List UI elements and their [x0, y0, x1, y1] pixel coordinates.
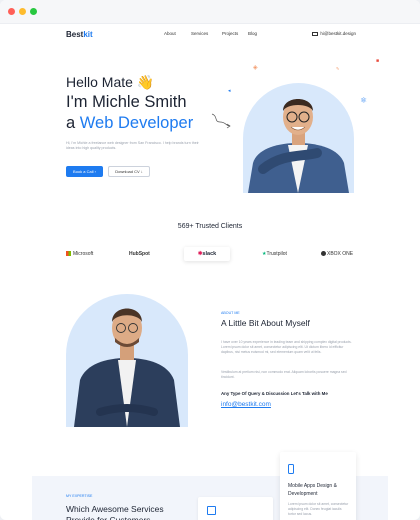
client-logo-xbox: XBOX ONE	[321, 251, 353, 257]
client-name: Trustpilot	[266, 251, 287, 257]
mobile-icon	[288, 464, 294, 474]
client-logos: Microsoft HubSpot ✱slack ★Trustpilot XBO…	[66, 247, 356, 263]
window-titlebar	[0, 0, 420, 24]
download-cv-label: Download CV	[115, 169, 140, 174]
download-cv-button[interactable]: Download CV ↓	[108, 166, 150, 177]
waving-hand-icon: 👋	[136, 74, 155, 90]
hero-portrait	[248, 99, 349, 193]
monitor-icon	[207, 506, 216, 515]
service-card-mobile-apps[interactable]: Mobile Apps Design & Development Lorem i…	[280, 452, 356, 520]
services-title: Which Awesome Services Provide for Custo…	[66, 504, 164, 520]
service-card[interactable]	[198, 497, 273, 520]
nav-email-text: hi@bestkit.design	[320, 31, 356, 36]
squiggle-arrow-icon	[211, 113, 231, 129]
logo-text-accent: kit	[83, 30, 93, 39]
client-logo-trustpilot: ★Trustpilot	[262, 251, 287, 257]
react-icon: ⚛	[360, 96, 368, 105]
send-icon: ◂	[228, 88, 231, 94]
xbox-icon	[321, 251, 326, 257]
client-name: slack	[202, 251, 217, 257]
site-logo[interactable]: Bestkit	[66, 30, 93, 39]
about-title: A Little Bit About Myself	[221, 318, 310, 328]
nav-item-projects[interactable]: Projects	[222, 31, 238, 36]
hero-description: Hi, I'm Michle a freelance web designer …	[66, 141, 199, 150]
nav-email-link[interactable]: hi@bestkit.design	[312, 31, 356, 36]
service-card-description: Lorem ipsum dolor sit amet, consectetur …	[288, 502, 349, 516]
hero-portrait-frame	[243, 83, 354, 193]
download-icon: ↓	[140, 169, 143, 174]
maximize-window-button[interactable]	[30, 8, 37, 15]
client-logo-slack: ✱slack	[184, 247, 230, 261]
book-call-label: Book a Call	[73, 169, 94, 174]
about-paragraph-2: Vestibulum at pretium nisi, non commodo …	[221, 370, 347, 379]
top-navigation: Bestkit About Services Projects Blog hi@…	[66, 30, 356, 40]
contact-email-link[interactable]: info@bestkit.com	[221, 401, 271, 408]
clients-title: 569+ Trusted Clients	[177, 223, 243, 230]
nav-item-about[interactable]: About	[164, 31, 176, 36]
service-card-title: Mobile Apps Design & Development	[288, 483, 337, 497]
browser-window: Bestkit About Services Projects Blog hi@…	[0, 0, 420, 520]
hero-role-prefix: a	[66, 114, 80, 132]
nav-item-blog[interactable]: Blog	[248, 31, 257, 36]
minimize-window-button[interactable]	[19, 8, 26, 15]
about-paragraph-1: I have over 10 years experience in leadi…	[221, 340, 352, 354]
logo-text: Best	[66, 30, 84, 39]
sketch-icon: ◈	[253, 65, 258, 71]
microsoft-icon	[66, 251, 71, 257]
client-name: Microsoft	[73, 251, 94, 257]
contact-prompt: Any Type Of Query & Discussion Let's Tal…	[221, 391, 328, 396]
hero-role-highlight: Web Developer	[79, 114, 194, 132]
close-window-button[interactable]	[8, 8, 15, 15]
pen-icon: ✎	[336, 66, 340, 71]
about-tag: ABOUT ME	[221, 311, 240, 315]
hero-greeting-text: Hello Mate	[66, 74, 133, 90]
about-portrait-frame	[66, 294, 188, 427]
hero-greeting: Hello Mate 👋	[66, 74, 154, 90]
client-logo-microsoft: Microsoft	[66, 251, 93, 257]
client-name: XBOX ONE	[327, 251, 354, 257]
mail-icon	[312, 31, 319, 36]
client-logo-hubspot: HubSpot	[129, 251, 150, 257]
figma-icon: ■	[376, 58, 380, 64]
about-portrait	[74, 308, 180, 427]
services-tag: MY EXPERTISE	[66, 494, 93, 498]
nav-item-services[interactable]: Services	[191, 31, 208, 36]
hero-role: a Web Developer	[66, 114, 193, 133]
book-call-button[interactable]: Book a Call ›	[66, 166, 103, 177]
hero-name: I'm Michle Smith	[66, 93, 187, 111]
arrow-right-icon: ›	[94, 169, 96, 174]
